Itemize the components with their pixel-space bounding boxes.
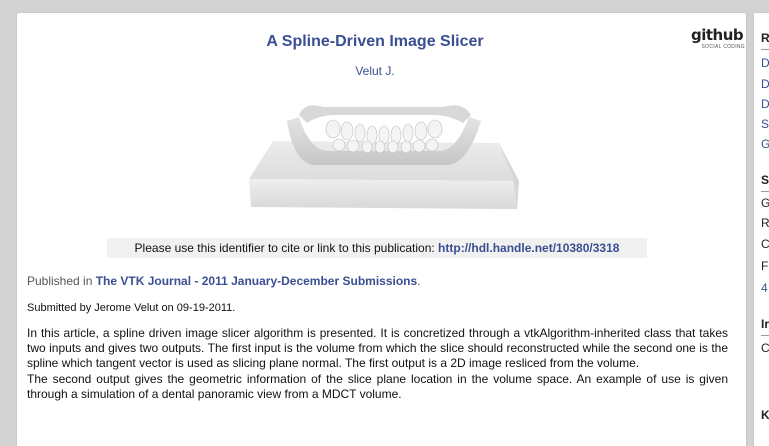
article-title: A Spline-Driven Image Slicer (266, 33, 484, 50)
sidebar-divider (761, 191, 769, 192)
published-suffix: . (417, 274, 421, 288)
sidebar-heading: K (761, 408, 769, 422)
sidebar-item: F (761, 259, 769, 273)
sidebar-divider (761, 335, 769, 336)
sidebar-item: C (761, 237, 769, 251)
sidebar-link[interactable]: G (761, 137, 769, 151)
published-prefix: Published in (27, 274, 96, 288)
sidebar-link[interactable]: S (761, 117, 769, 131)
sidebar-divider (761, 49, 769, 50)
article-abstract: In this article, a spline driven image s… (27, 326, 728, 402)
article-author[interactable]: Velut J. (17, 64, 733, 78)
submitted-by: Submitted by Jerome Velut on 09-19-2011. (27, 302, 236, 314)
article-card: A Spline-Driven Image Slicer Velut J. gi… (16, 12, 747, 446)
sidebar-link[interactable]: 4 (761, 281, 768, 295)
sidebar-link[interactable]: D (761, 56, 769, 70)
github-logo-tagline: SOCIAL CODING (701, 44, 745, 50)
sidebar-heading: R (761, 31, 769, 45)
abstract-paragraph: In this article, a spline driven image s… (27, 326, 728, 371)
github-logo-word: github (691, 26, 744, 44)
sidebar-heading: Ir (761, 317, 769, 331)
citation-text: Please use this identifier to cite or li… (134, 241, 439, 255)
sidebar-item: C (761, 341, 769, 355)
sidebar-item: G (761, 196, 769, 210)
sidebar-heading: S (761, 173, 769, 187)
abstract-paragraph: The second output gives the geometric in… (27, 371, 728, 401)
sidebar-link[interactable]: D (761, 97, 769, 111)
handle-link[interactable]: http://hdl.handle.net/10380/3318 (438, 241, 619, 255)
citation-box: Please use this identifier to cite or li… (107, 238, 647, 258)
sidebar-link[interactable]: D (761, 77, 769, 91)
sidebar-item: R (761, 216, 769, 230)
published-in-line: Published in The VTK Journal - 2011 Janu… (27, 274, 421, 288)
github-logo[interactable]: github SOCIAL CODING (691, 28, 745, 56)
journal-link[interactable]: The VTK Journal - 2011 January-December … (96, 274, 417, 288)
article-thumbnail[interactable] (243, 91, 527, 215)
